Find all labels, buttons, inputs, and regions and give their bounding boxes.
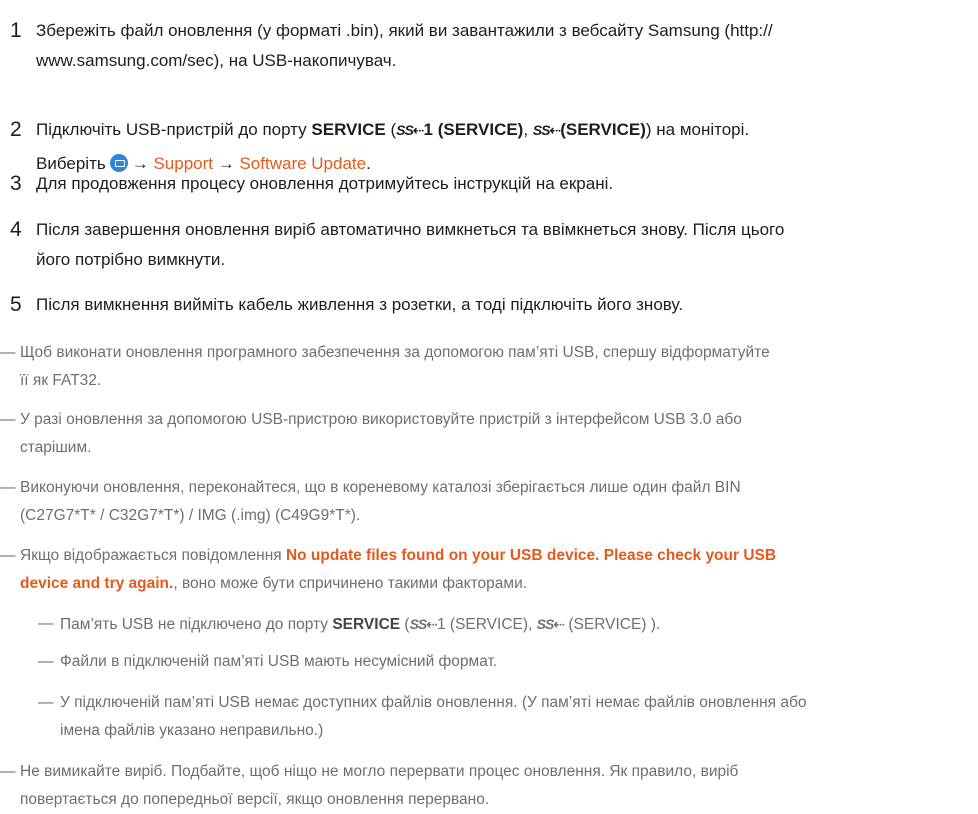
note-line: Виконуючи оновлення, переконайтеся, що в… bbox=[20, 479, 741, 496]
step-number: 3 bbox=[10, 172, 22, 195]
usb-superspeed-icon: SS⇠ bbox=[409, 616, 438, 632]
text-segment: Підключіть USB-пристрій до порту bbox=[36, 120, 312, 139]
step-line: Після завершення оновлення виріб автомат… bbox=[36, 220, 785, 239]
usb-superspeed-icon: SS⇠ bbox=[536, 616, 565, 632]
step-line: Підключіть USB-пристрій до порту SERVICE… bbox=[36, 115, 978, 145]
text-segment: , bbox=[528, 616, 537, 633]
note-dash: ― bbox=[0, 344, 16, 361]
step-number: 5 bbox=[10, 293, 22, 316]
note-dash: ― bbox=[0, 763, 16, 780]
text-segment: Якщо відображається повідомлення bbox=[20, 547, 286, 564]
error-message: No update files found on your USB device… bbox=[285, 547, 777, 564]
note-dash: ― bbox=[0, 411, 16, 428]
usb-superspeed-icon: SS⇠ bbox=[532, 122, 561, 138]
note-text: Пам’ять USB не підключено до порту SERVI… bbox=[60, 610, 978, 639]
text-segment: Пам’ять USB не підключено до порту bbox=[60, 616, 333, 633]
port-label: 1 (SERVICE) bbox=[437, 616, 529, 633]
text-segment: , bbox=[523, 120, 533, 139]
step-line: Для продовження процесу оновлення дотрим… bbox=[36, 174, 614, 193]
error-message: device and try again. bbox=[20, 575, 174, 592]
step-number: 1 bbox=[10, 19, 22, 42]
note-line: повертається до попередньої версії, якщо… bbox=[20, 791, 490, 808]
text-segment: ( bbox=[385, 120, 397, 139]
note-line: У підключеній пам’яті USB немає доступни… bbox=[60, 694, 807, 711]
note-dash: ― bbox=[0, 479, 16, 496]
step-line: Після вимкнення вийміть кабель живлення … bbox=[36, 295, 683, 314]
text-segment: ( bbox=[400, 616, 410, 633]
note-text: Щоб виконати оновлення програмного забез… bbox=[20, 339, 978, 395]
step-text: Після завершення оновлення виріб автомат… bbox=[36, 215, 978, 275]
step-number: 2 bbox=[10, 118, 22, 141]
step-line: www.samsung.com/sec), на USB-накопичувач… bbox=[36, 51, 397, 70]
step-line: його потрібно вимкнути. bbox=[36, 250, 226, 269]
step-number: 4 bbox=[10, 218, 22, 241]
note-line: Не вимикайте виріб. Подбайте, щоб ніщо н… bbox=[20, 763, 739, 780]
text-segment: ). bbox=[646, 616, 661, 633]
note-line: Файли в підключеній пам’яті USB мають не… bbox=[60, 653, 498, 670]
note-line: Якщо відображається повідомлення No upda… bbox=[20, 542, 978, 570]
note-line: її як FAT32. bbox=[20, 372, 102, 389]
note-line: (C27G7*T* / C32G7*T*) / IMG (.img) (C49G… bbox=[20, 507, 361, 524]
note-line: У разі оновлення за допомогою USB-пристр… bbox=[20, 411, 742, 428]
step-text: Після вимкнення вийміть кабель живлення … bbox=[36, 290, 978, 320]
usb-superspeed-icon: SS⇠ bbox=[396, 122, 424, 138]
note-line: старішим. bbox=[20, 439, 92, 456]
step-line: Збережіть файл оновлення (у форматі .bin… bbox=[36, 21, 773, 40]
service-port-label: SERVICE bbox=[332, 616, 401, 633]
step-text: Збережіть файл оновлення (у форматі .bin… bbox=[36, 16, 978, 76]
note-line: Пам’ять USB не підключено до порту SERVI… bbox=[60, 610, 978, 639]
service-port-label: SERVICE bbox=[311, 120, 386, 139]
note-text: У разі оновлення за допомогою USB-пристр… bbox=[20, 406, 978, 462]
note-text: Файли в підключеній пам’яті USB мають не… bbox=[60, 648, 978, 676]
note-dash: ― bbox=[38, 615, 54, 632]
port-label: (SERVICE) bbox=[560, 120, 646, 139]
note-line: імена файлів указано неправильно.) bbox=[60, 722, 324, 739]
step-text: Для продовження процесу оновлення дотрим… bbox=[36, 169, 978, 199]
note-text: У підключеній пам’яті USB немає доступни… bbox=[60, 689, 978, 745]
note-dash: ― bbox=[38, 653, 54, 670]
note-line: Щоб виконати оновлення програмного забез… bbox=[20, 344, 770, 361]
note-dash: ― bbox=[38, 694, 54, 711]
text-segment: , воно може бути спричинено такими факто… bbox=[173, 575, 528, 592]
port-label: (SERVICE) bbox=[564, 616, 647, 633]
note-text: Не вимикайте виріб. Подбайте, щоб ніщо н… bbox=[20, 758, 978, 814]
note-dash: ― bbox=[0, 547, 16, 564]
note-text: Виконуючи оновлення, переконайтеся, що в… bbox=[20, 474, 978, 530]
text-segment: на моніторі. bbox=[651, 120, 750, 139]
note-text: Якщо відображається повідомлення No upda… bbox=[20, 542, 978, 598]
note-line: device and try again., воно може бути сп… bbox=[20, 570, 978, 598]
port-label: 1 (SERVICE) bbox=[423, 120, 524, 139]
